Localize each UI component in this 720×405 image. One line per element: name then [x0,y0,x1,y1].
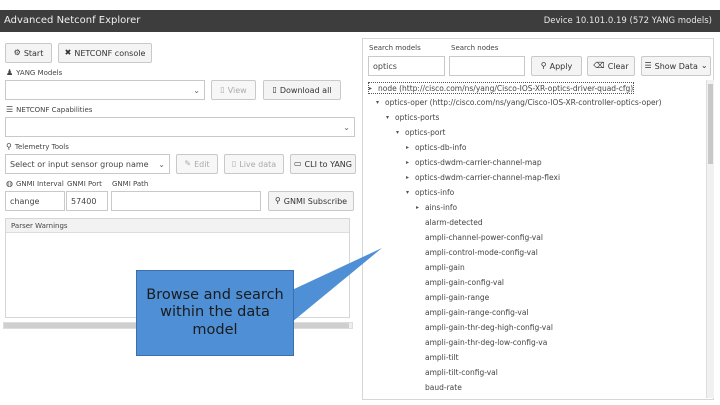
gnmi-path-label: GNMI Path [112,180,149,188]
tree-item[interactable]: ▸ node (http://cisco.com/ns/yang/Cisco-IO… [368,82,635,94]
live-data-button[interactable]: ▯ Live data [224,154,284,174]
tree-leaf[interactable]: ampli-gain-config-val [425,276,504,288]
app-title: Advanced Netconf Explorer [4,15,141,26]
chevron-down-icon: ⌄ [343,123,350,132]
parser-warnings-header: Parser Warnings [6,219,349,233]
tree-item[interactable]: ▾ optics-ports [386,111,439,123]
tree-leaf[interactable]: alarm-detected [425,216,483,228]
tree-leaf[interactable]: ampli-gain-range [425,291,489,303]
collapse-arrow-icon[interactable]: ▾ [396,129,402,136]
gear-icon: ⚙ [13,48,21,57]
globe-icon: ◍ [6,179,13,188]
show-data-button[interactable]: ☰ Show Data ⌄ [641,56,711,76]
edit-icon: ✎ [184,159,192,168]
telemetry-label: ⚲ Telemetry Tools [6,142,69,152]
apply-button[interactable]: ⚲ Apply [531,56,582,76]
collapse-arrow-icon[interactable]: ▾ [376,99,382,106]
wrench-icon: ✖ [64,48,72,57]
tree-leaf[interactable]: baud-rate [425,381,462,393]
tree-item[interactable]: ▸ optics-db-info [406,141,466,153]
view-button[interactable]: ▯ View [211,80,256,100]
monitor-icon: ▭ [293,159,302,168]
search-models-label: Search models [369,44,421,52]
clear-button[interactable]: ⌫ Clear [587,56,635,76]
start-button[interactable]: ⚙ Start [5,43,52,63]
tree-leaf[interactable]: ampli-control-mode-config-val [425,246,538,258]
gnmi-path-input[interactable] [111,191,261,211]
expand-arrow-icon[interactable]: ▸ [406,174,412,181]
tree-item[interactable]: ▾ optics-oper (http://cisco.com/ns/yang/C… [376,96,662,108]
tree-item[interactable]: ▸ optics-dwdm-carrier-channel-map [406,156,542,168]
tree-item[interactable]: ▸ ains-info [416,201,457,213]
cli-to-yang-button[interactable]: ▭ CLI to YANG [290,154,356,174]
title-bar: Advanced Netconf Explorer Device 10.101.… [0,10,720,32]
search-icon: ⚲ [274,196,281,205]
eraser-icon: ⌫ [593,61,605,70]
tree-item[interactable]: ▾ optics-port [396,126,446,138]
tree-leaf[interactable]: bit-aer-switched [425,396,485,399]
search-nodes-label: Search nodes [451,44,499,52]
download-all-button[interactable]: ▯ Download all [263,80,341,100]
collapse-arrow-icon[interactable]: ▾ [406,189,412,196]
tree-vertical-scrollbar[interactable] [706,80,714,398]
search-nodes-input[interactable] [449,56,525,76]
file-icon: ▯ [220,85,225,94]
gnmi-interval-input[interactable]: change [5,191,65,211]
scrollbar-thumb[interactable] [708,84,713,164]
chevron-down-icon: ⌄ [158,160,165,169]
collapse-arrow-icon[interactable]: ▾ [386,114,392,121]
tree-leaf[interactable]: ampli-tilt [425,351,459,363]
list-icon: ☰ [644,61,652,70]
device-info: Device 10.101.0.19 (572 YANG models) [543,16,712,26]
expand-arrow-icon[interactable]: ▸ [406,159,412,166]
search-icon: ⚲ [540,61,547,70]
tree-leaf[interactable]: ampli-channel-power-config-val [425,231,543,243]
chevron-down-icon: ⌄ [193,86,200,95]
tree-leaf[interactable]: ampli-gain-thr-deg-low-config-va [425,336,547,348]
gnmi-interval-label: ◍ GNMI Interval [6,179,64,189]
capabilities-select[interactable]: ⌄ [5,117,355,137]
callout-box: Browse and search within the data model [136,270,294,356]
yang-models-label: ♟ YANG Models [6,68,63,78]
gnmi-port-label: GNMI Port [67,180,102,188]
expand-arrow-icon[interactable]: ▸ [416,204,422,211]
tree-leaf[interactable]: ampli-gain-thr-deg-high-config-val [425,321,553,333]
netconf-console-button[interactable]: ✖ NETCONF console [58,43,152,63]
tree-leaf[interactable]: ampli-tilt-config-val [425,366,498,378]
chevron-down-icon: ⌄ [700,61,708,70]
tree-leaf[interactable]: ampli-gain-range-config-val [425,306,529,318]
tree-item[interactable]: ▸ optics-dwdm-carrier-channel-map-flexi [406,171,560,183]
sensor-group-select[interactable]: Select or input sensor group name ⌄ [5,154,170,174]
capabilities-label: ☰ NETCONF Capabilities [6,105,93,115]
callout-text: Browse and search within the data model [146,286,284,338]
yang-model-select[interactable]: ⌄ [5,80,205,100]
expand-arrow-icon[interactable]: ▸ [406,144,412,151]
tree-leaf[interactable]: ampli-gain [425,261,465,273]
data-model-tree: ▸ node (http://cisco.com/ns/yang/Cisco-IO… [368,80,706,398]
document-icon: ▯ [231,159,237,168]
search-icon: ⚲ [6,142,12,151]
edit-button[interactable]: ✎ Edit [176,154,218,174]
gnmi-port-input[interactable]: 57400 [66,191,108,211]
user-icon: ♟ [6,68,14,77]
tree-item[interactable]: ▾ optics-info [406,186,454,198]
expand-arrow-icon[interactable]: ▸ [369,85,375,92]
search-models-input[interactable]: optics [368,56,445,76]
gnmi-subscribe-button[interactable]: ⚲ GNMI Subscribe [268,191,354,211]
document-icon: ▯ [272,85,277,94]
list-icon: ☰ [6,105,14,114]
